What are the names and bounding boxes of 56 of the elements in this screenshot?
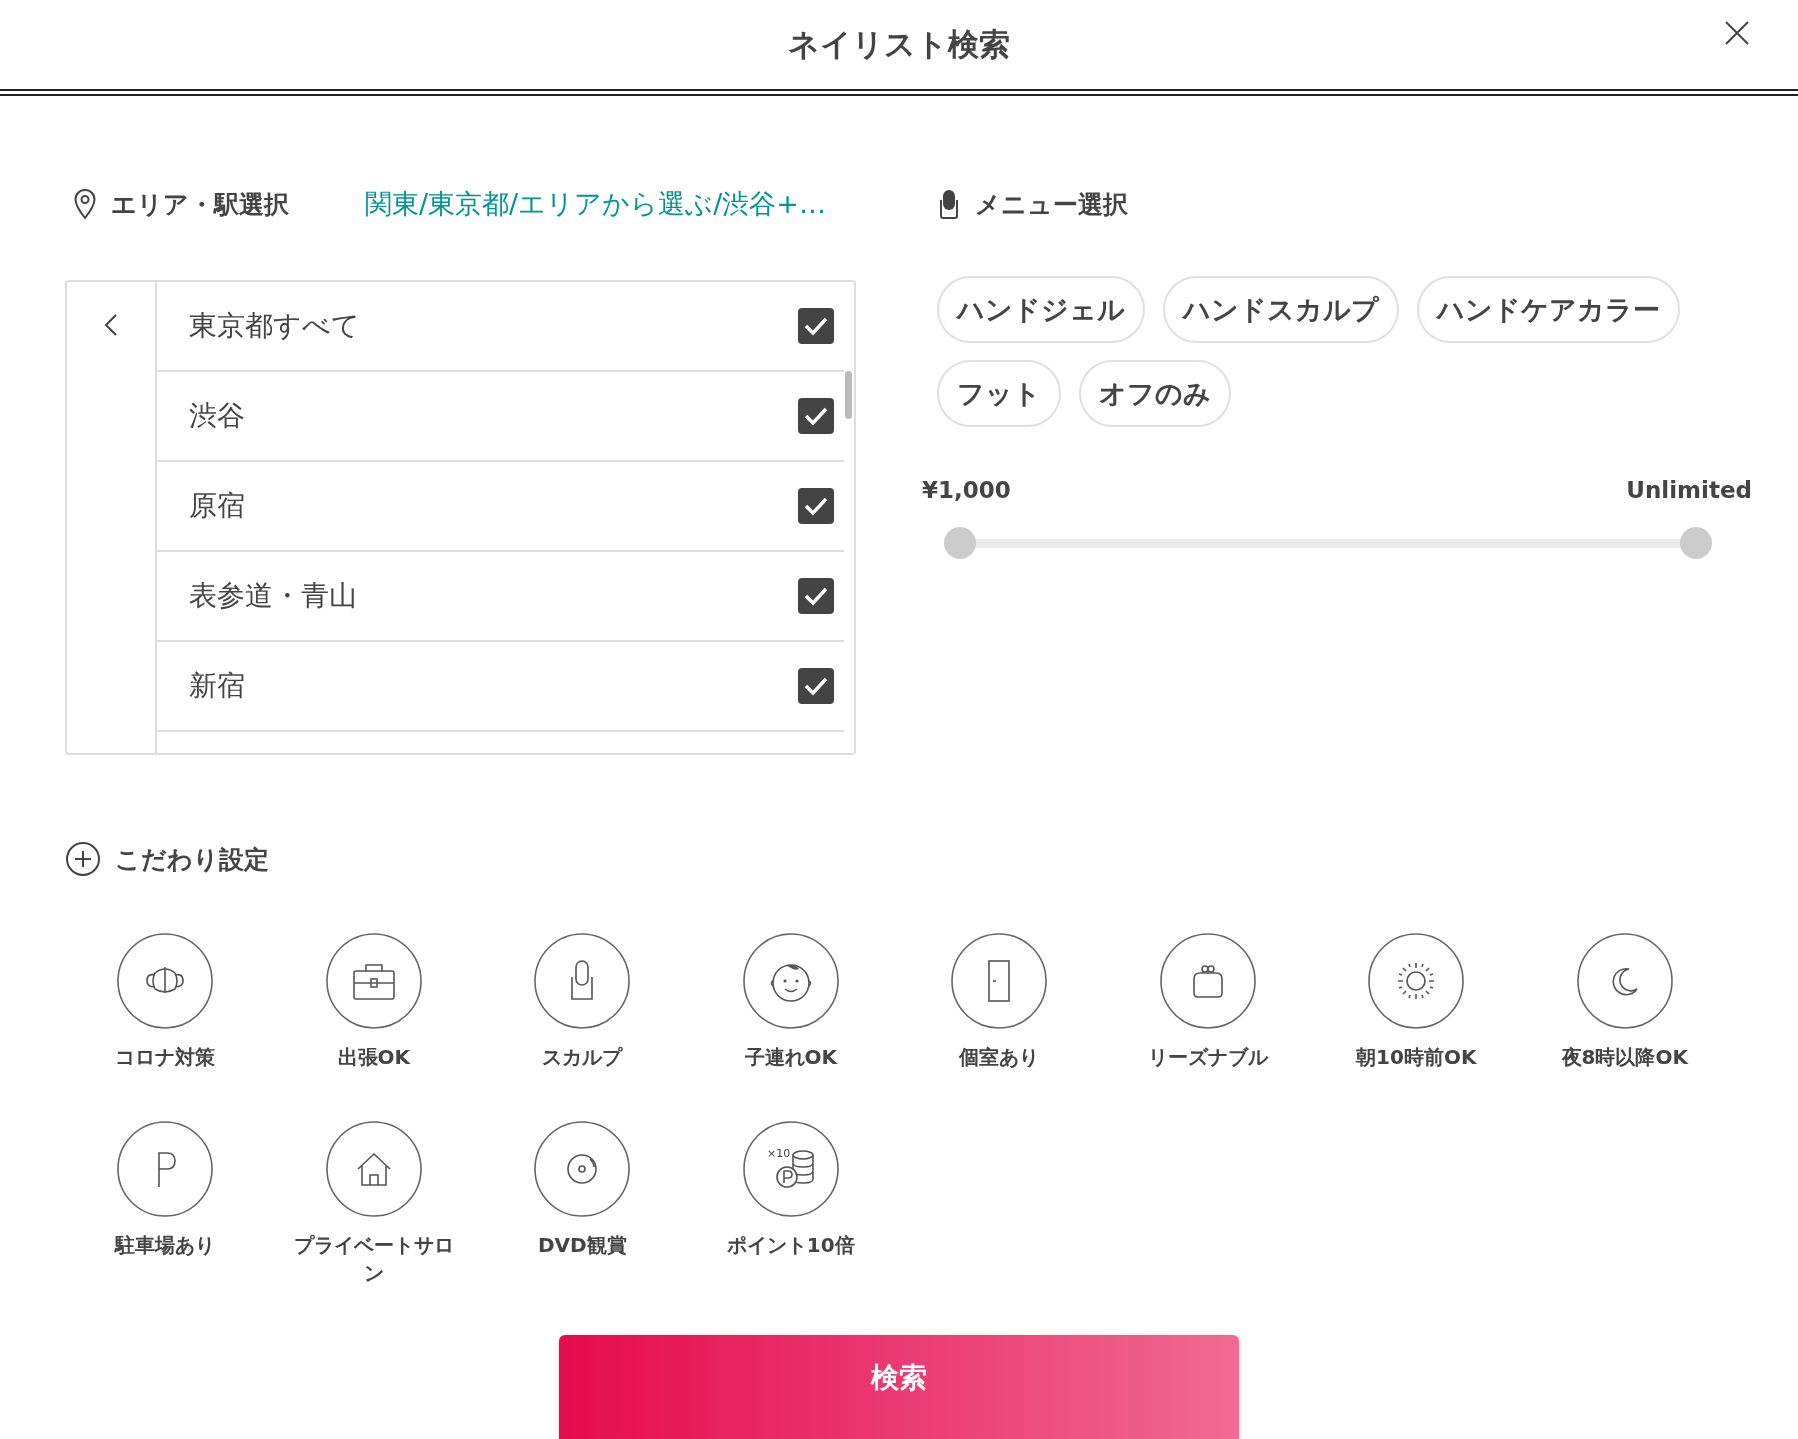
feature-label: プライベートサロン [292,1232,455,1287]
area-path-link[interactable]: 関東/東京都/エリアから選ぶ/渋谷+… [365,186,826,222]
menu-chip[interactable]: フット [937,360,1061,427]
feature-label: スカルプ [542,1044,623,1071]
parking-sign-icon[interactable] [117,1121,214,1217]
menu-chip[interactable]: ハンドケアカラー [1417,276,1680,343]
feature-label: 出張OK [337,1044,410,1071]
briefcase-icon[interactable] [325,933,422,1029]
sun-icon[interactable] [1368,933,1465,1029]
section-label: エリア・駅選択 [111,188,289,221]
disc-icon[interactable] [534,1121,631,1217]
checkbox[interactable] [798,308,834,344]
area-list-item[interactable]: 渋谷 [157,372,844,462]
door-icon[interactable] [951,933,1048,1029]
feature-label: 子連れOK [744,1044,837,1071]
feature-label: 朝10時前OK [1356,1044,1477,1071]
back-chevron-icon[interactable] [104,313,118,337]
menu-chip[interactable]: ハンドジェル [937,276,1145,343]
checkbox[interactable] [798,398,834,434]
slider-thumb[interactable] [1680,527,1712,559]
checkbox[interactable] [798,488,834,524]
area-list-item[interactable]: 東京都すべて [157,282,844,372]
window-title: ネイリスト検索 [788,24,1010,64]
baby-face-icon[interactable] [742,933,839,1029]
feature-label: 個室あり [959,1044,1040,1071]
face-mask-icon[interactable] [117,933,214,1029]
scrollbar[interactable] [845,371,852,419]
feature-label: コロナ対策 [115,1044,216,1071]
feature-label: 駐車場あり [115,1232,216,1259]
checkbox[interactable] [798,578,834,614]
house-icon[interactable] [325,1121,422,1217]
moon-icon[interactable] [1576,933,1673,1029]
price-max-label: Unlimited [1626,477,1752,503]
feature-label: リーズナブル [1147,1044,1268,1071]
search-button[interactable]: 検索 [559,1335,1239,1439]
menu-chip[interactable]: オフのみ [1079,360,1231,427]
section-label: こだわり設定 [115,843,269,876]
price-range-slider[interactable] [944,527,1712,559]
section-label: メニュー選択 [975,188,1128,221]
plus-circle-icon[interactable] [65,841,101,877]
coin-purse-icon[interactable] [1159,933,1256,1029]
area-list-item[interactable]: 表参道・青山 [157,552,844,642]
area-list-item[interactable]: 原宿 [157,462,844,552]
location-pin-icon [73,188,97,220]
area-list-item[interactable]: 新宿 [157,642,844,732]
point-coins-icon[interactable]: ×10 [742,1121,839,1217]
slider-thumb[interactable] [944,527,976,559]
close-icon[interactable] [1724,20,1750,46]
feature-label: 夜8時以降OK [1561,1044,1688,1071]
menu-chip[interactable]: ハンドスカルプ [1163,276,1399,343]
checkbox[interactable] [798,668,834,704]
nail-icon[interactable] [534,933,631,1029]
feature-label: DVD観賞 [537,1232,627,1259]
feature-label: ポイント10倍 [726,1232,855,1259]
nail-icon [937,188,961,220]
price-min-label: ¥1,000 [922,477,1011,503]
